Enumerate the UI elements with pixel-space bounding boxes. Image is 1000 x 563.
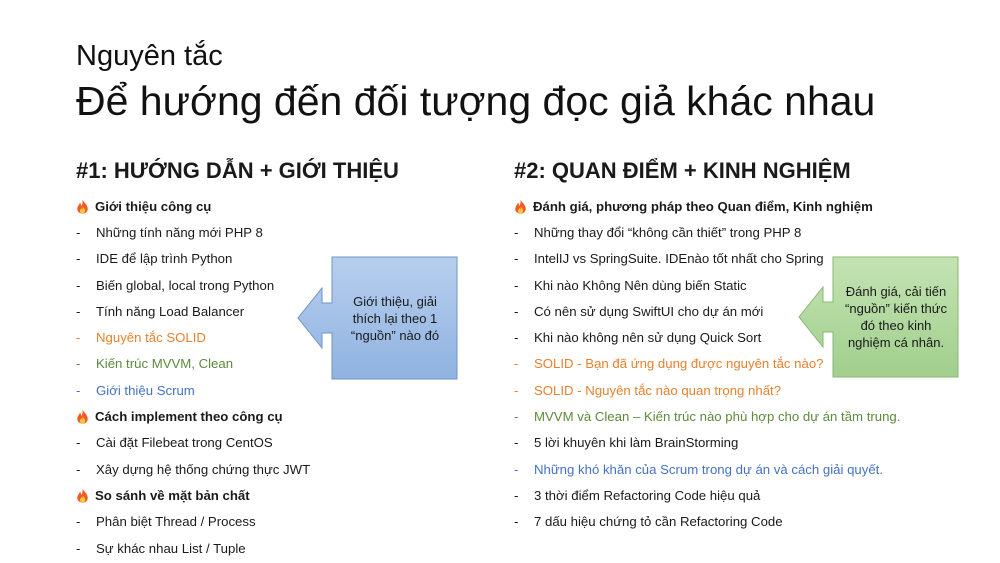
bullet-dash: -	[514, 409, 519, 425]
bullet-dash: -	[76, 224, 81, 240]
right-callout-line: đó theo kinh	[860, 318, 932, 333]
item-text: Những khó khăn của Scrum trong dự án và …	[534, 461, 884, 477]
fire-icon	[76, 409, 95, 424]
list-item: - Giới thiệu Scrum	[76, 377, 406, 403]
right-callout-text: Đánh giá, cải tiến “nguồn” kiến thức đó …	[835, 258, 957, 376]
list-item: - Xây dựng hệ thống chứng thực JWT	[76, 456, 406, 482]
bullet-dash: -	[76, 356, 81, 372]
item-text: Nguyên tắc SOLID	[96, 330, 206, 346]
left-callout-text: Giới thiệu, giải thích lại theo 1 “nguồn…	[334, 258, 456, 378]
bullet-dash: -	[76, 540, 81, 556]
list-item: - SOLID - Nguyên tắc nào quan trọng nhất?	[514, 377, 934, 403]
item-text: Cài đặt Filebeat trong CentOS	[96, 435, 273, 451]
item-text: IntelIJ vs SpringSuite. IDEnào tốt nhất …	[534, 251, 824, 267]
list-item: - Những thay đổi “không cần thiết” trong …	[514, 219, 934, 245]
item-text: Đánh giá, phương pháp theo Quan điểm, Ki…	[533, 198, 873, 214]
list-item: - Những khó khăn của Scrum trong dự án và…	[514, 456, 934, 482]
list-item: -7 dấu hiệu chứng tỏ cần Refactoring Cod…	[514, 509, 934, 535]
bullet-dash: -	[76, 514, 81, 530]
bullet-dash: -	[76, 277, 81, 293]
left-callout-line: Giới thiệu, giải	[353, 293, 437, 309]
item-text: Giới thiệu Scrum	[96, 382, 195, 398]
group-heading: Giới thiệu công cụ	[76, 193, 406, 219]
list-item: -3 thời điểm Refactoring Code hiệu quả	[514, 482, 934, 508]
bullet-dash: -	[514, 330, 519, 346]
item-text: Giới thiệu công cụ	[95, 198, 212, 214]
fire-icon	[76, 199, 95, 214]
list-item: - MVVM và Clean – Kiến trúc nào phù hợp c…	[514, 403, 934, 429]
bullet-dash: -	[514, 251, 519, 267]
bullet-dash: -	[514, 277, 519, 293]
bullet-dash: -	[514, 435, 519, 451]
right-callout-line: nghiệm cá nhân.	[847, 335, 945, 350]
item-text: Xây dựng hệ thống chứng thực JWT	[96, 461, 311, 477]
fire-icon	[514, 199, 533, 214]
bullet-dash: -	[514, 487, 519, 503]
right-callout-line: “nguồn” kiến thức	[845, 301, 947, 316]
item-text: Phân biệt Thread / Process	[96, 514, 256, 530]
group-heading: So sánh về mặt bản chất	[76, 482, 406, 508]
fire-icon	[76, 488, 95, 503]
item-text: Những tính năng mới PHP 8	[96, 224, 263, 240]
group-heading: Cách implement theo công cụ	[76, 403, 406, 429]
list-item: -5 lời khuyên khi làm BrainStorming	[514, 430, 934, 456]
list-item: - Sự khác nhau List / Tuple	[76, 535, 406, 561]
item-text: 3 thời điểm Refactoring Code hiệu quả	[534, 487, 761, 503]
item-text: 5 lời khuyên khi làm BrainStorming	[534, 435, 739, 451]
bullet-dash: -	[514, 514, 519, 530]
item-text: Sự khác nhau List / Tuple	[96, 540, 246, 556]
right-column-heading: #2: QUAN ĐIỂM + KINH NGHIỆM	[514, 158, 851, 183]
item-text: IDE để lập trình Python	[96, 251, 233, 267]
bullet-dash: -	[514, 303, 519, 319]
list-item: - Những tính năng mới PHP 8	[76, 219, 406, 245]
right-callout: Đánh giá, cải tiến “nguồn” kiến thức đó …	[797, 256, 959, 378]
bullet-dash: -	[76, 382, 81, 398]
left-callout: Giới thiệu, giải thích lại theo 1 “nguồn…	[296, 256, 458, 380]
right-callout-line: Đánh giá, cải tiến	[845, 284, 947, 299]
left-callout-line: thích lại theo 1	[352, 310, 438, 326]
slide-subtitle: Nguyên tắc	[76, 40, 223, 72]
list-item: - Cài đặt Filebeat trong CentOS	[76, 430, 406, 456]
item-text: SOLID - Bạn đã ứng dụng được nguyên tắc …	[534, 356, 824, 372]
item-text: Khi nào không nên sử dụng Quick Sort	[534, 330, 762, 346]
group-heading: Đánh giá, phương pháp theo Quan điểm, Ki…	[514, 193, 934, 219]
item-text: Những thay đổi “không cần thiết” trong P…	[534, 224, 802, 240]
item-text: Cách implement theo công cụ	[95, 409, 283, 425]
left-column-heading: #1: HƯỚNG DẪN + GIỚI THIỆU	[76, 158, 399, 183]
bullet-dash: -	[76, 303, 81, 319]
bullet-dash: -	[514, 461, 519, 477]
bullet-dash: -	[514, 382, 519, 398]
bullet-dash: -	[514, 224, 519, 240]
item-text: Kiến trúc MVVM, Clean	[96, 356, 234, 372]
bullet-dash: -	[514, 356, 519, 372]
bullet-dash: -	[76, 251, 81, 267]
bullet-dash: -	[76, 461, 81, 477]
item-text: 7 dấu hiệu chứng tỏ cần Refactoring Code	[534, 514, 783, 530]
bullet-dash: -	[76, 435, 81, 451]
item-text: Khi nào Không Nên dùng biến Static	[534, 277, 747, 293]
bullet-dash: -	[76, 330, 81, 346]
left-callout-line: “nguồn” nào đó	[350, 327, 440, 343]
item-text: So sánh về mặt bản chất	[95, 487, 250, 503]
item-text: Biến global, local trong Python	[96, 277, 275, 293]
slide-title: Để hướng đến đối tượng đọc giả khác nhau	[76, 78, 876, 124]
list-item: - Phân biệt Thread / Process	[76, 509, 406, 535]
item-text: SOLID - Nguyên tắc nào quan trọng nhất?	[534, 382, 782, 398]
item-text: Tính năng Load Balancer	[96, 303, 245, 319]
item-text: MVVM và Clean – Kiến trúc nào phù hợp ch…	[534, 409, 901, 425]
item-text: Có nên sử dụng SwiftUI cho dự án mới	[534, 303, 764, 319]
